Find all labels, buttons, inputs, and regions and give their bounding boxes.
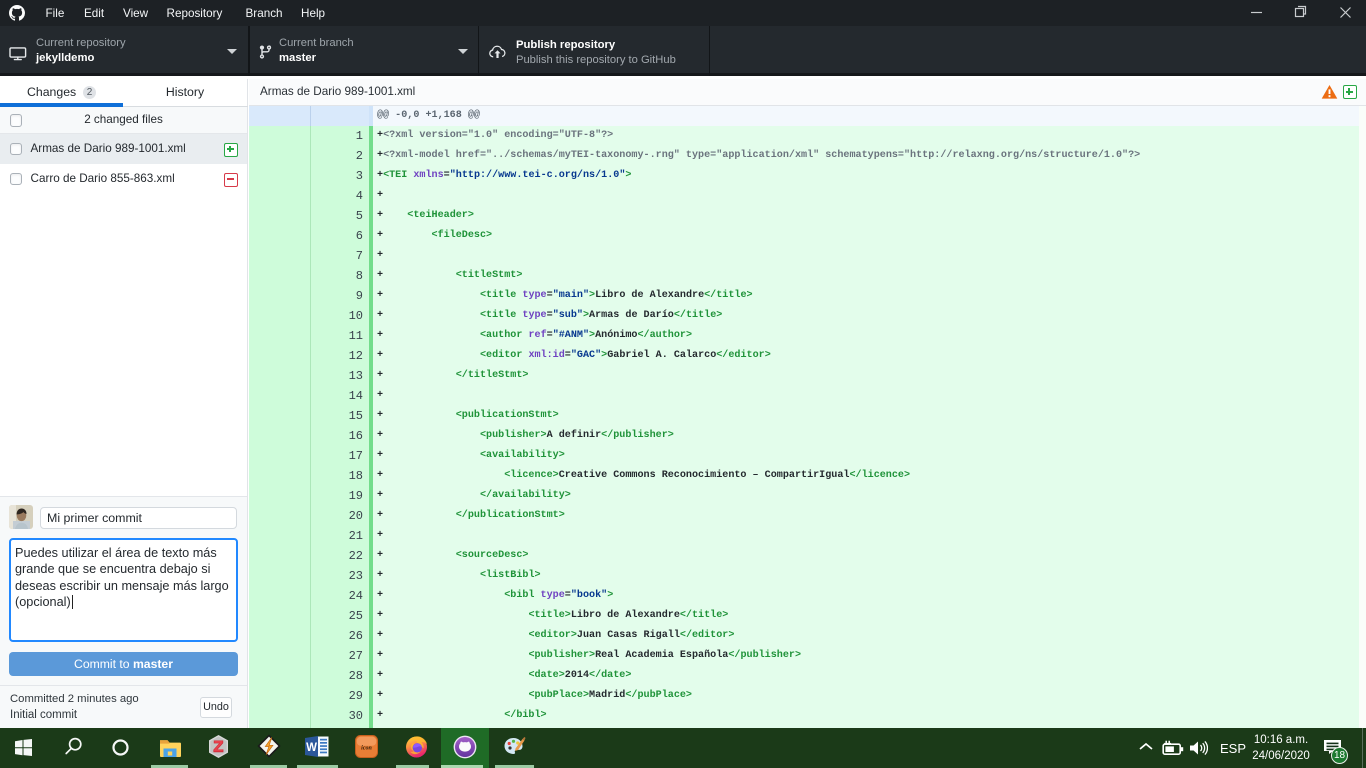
svg-text:W: W [306, 742, 317, 754]
svg-text:icon: icon [361, 746, 372, 752]
